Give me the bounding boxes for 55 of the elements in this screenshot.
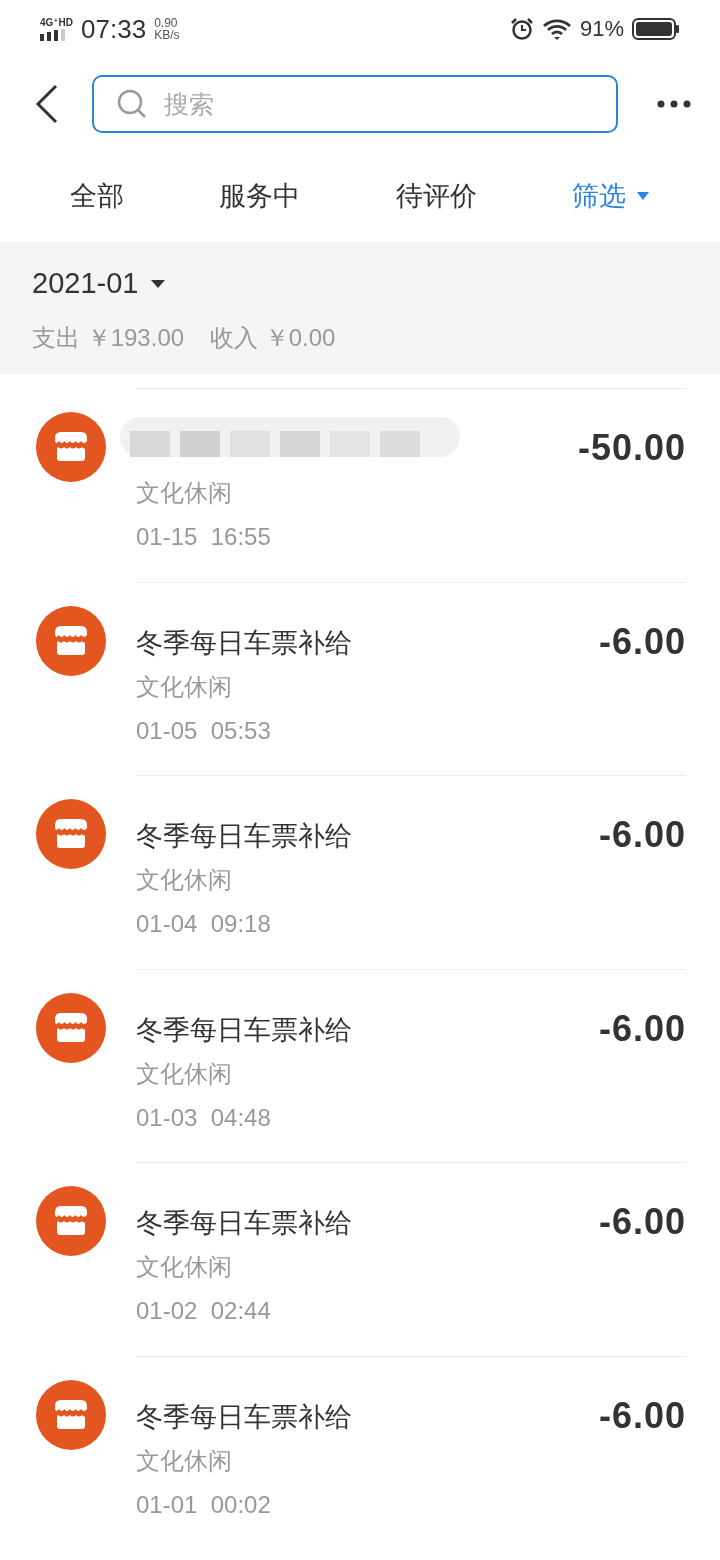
signal-icon (40, 29, 68, 41)
transaction-time: 01-03 04:48 (136, 1103, 272, 1132)
shop-icon (36, 412, 106, 482)
wifi-icon (541, 18, 572, 40)
transaction-row[interactable]: 冬季每日车票补给 -6.00 文化休闲 01-01 00:02 (0, 1355, 720, 1549)
transaction-title: 冬季每日车票补给 (136, 626, 352, 660)
shop-icon (36, 605, 106, 676)
search-field[interactable]: 搜索 (92, 75, 618, 133)
transaction-amount: -6.00 (598, 620, 686, 663)
transaction-time: 01-02 02:44 (136, 1297, 272, 1325)
search-icon (116, 88, 148, 120)
transaction-time: 01-15 16:55 (136, 523, 272, 551)
transaction-time: 01-05 05:53 (136, 716, 272, 745)
clock-time: 07:33 (81, 13, 147, 45)
battery-percent: 91% (579, 16, 624, 42)
tab[interactable]: 服务中 (209, 172, 311, 220)
battery-icon (632, 18, 680, 40)
tab[interactable]: 全部 (59, 172, 134, 220)
network-speed: 0.90 (154, 17, 179, 29)
transaction-amount: -6.00 (598, 1201, 686, 1243)
expense-total: 支出 ￥193.00 (32, 323, 185, 353)
transaction-time: 01-01 00:02 (136, 1490, 272, 1519)
transaction-category: 文化休闲 (136, 865, 233, 895)
tab[interactable]: 待评价 (385, 172, 487, 220)
caret-icon (150, 278, 167, 289)
transaction-title: 冬季每日车票补给 (136, 1400, 352, 1434)
transaction-row[interactable]: 冬季每日车票补给 -6.00 文化休闲 01-05 05:53 (0, 581, 720, 775)
tab[interactable]: 筛选 (562, 172, 661, 220)
shop-icon (36, 1186, 106, 1256)
month-picker[interactable]: 2021-01 (32, 267, 167, 300)
network-label: 4G⁺HD (40, 17, 74, 28)
transaction-category: 文化休闲 (136, 478, 233, 508)
shop-icon (36, 799, 106, 869)
transaction-row[interactable]: 冬季每日车票补给 -6.00 文化休闲 01-02 02:44 (0, 1162, 720, 1356)
speed-unit: KB/s (154, 29, 180, 41)
income-total: 收入 ￥0.00 (210, 323, 336, 353)
transaction-category: 文化休闲 (136, 671, 233, 702)
shop-icon (36, 1379, 106, 1450)
transaction-amount: -6.00 (598, 1007, 686, 1050)
transaction-title: 冬季每日车票补给 (136, 1013, 352, 1047)
back-button[interactable] (34, 84, 60, 124)
transaction-category: 文化休闲 (136, 1252, 233, 1282)
transaction-row[interactable]: 冬季每日车票补给 -6.00 文化休闲 01-03 04:48 (0, 968, 720, 1162)
transaction-row[interactable]: 冬季每日车票补给 -6.00 文化休闲 01-04 09:18 (0, 775, 720, 969)
transaction-time: 01-04 09:18 (136, 910, 272, 938)
transaction-amount: -6.00 (598, 1394, 686, 1437)
transaction-category: 文化休闲 (136, 1445, 233, 1476)
transaction-amount: -6.00 (598, 814, 686, 856)
shop-icon (36, 992, 106, 1063)
transaction-row[interactable]: -50.00 文化休闲 01-15 16:55 (0, 388, 720, 582)
transaction-title: 冬季每日车票补给 (136, 1207, 352, 1240)
transaction-amount: -50.00 (577, 427, 686, 469)
transaction-title: 冬季每日车票补给 (136, 820, 352, 853)
transaction-category: 文化休闲 (136, 1058, 233, 1089)
alarm-icon (509, 17, 534, 41)
